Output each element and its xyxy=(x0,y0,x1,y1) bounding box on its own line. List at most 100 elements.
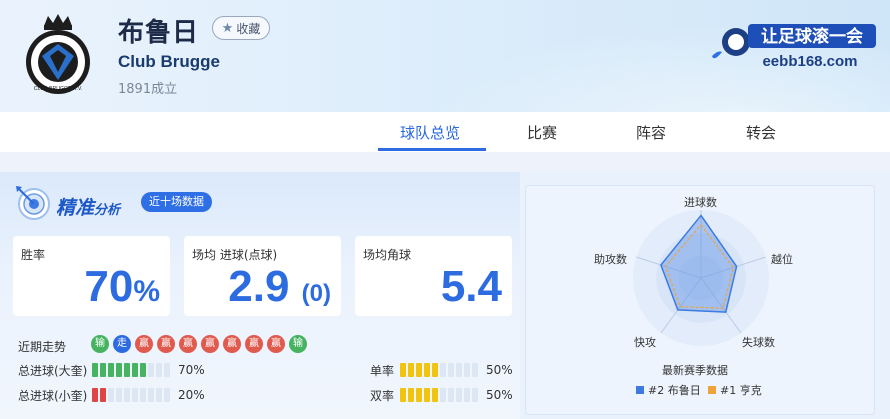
form-result-win: 赢 xyxy=(223,335,241,353)
bar-row-over: 总进球(大奎) 70% xyxy=(18,362,205,378)
brand-text-bottom: eebb168.com xyxy=(762,53,857,70)
star-icon: ★ xyxy=(221,20,234,36)
bar-segment-empty xyxy=(164,363,170,377)
bar-segment-filled xyxy=(132,363,138,377)
bar-segment-empty xyxy=(124,388,130,402)
stat-card-win-rate: 胜率 70% xyxy=(13,236,170,316)
bar-segment-filled xyxy=(408,388,414,402)
bar-meter xyxy=(92,363,170,377)
stat-number: 5.4 xyxy=(440,262,502,311)
stat-penalty: (0) xyxy=(301,280,331,307)
bar-segment-empty xyxy=(464,388,470,402)
form-result-win: 赢 xyxy=(179,335,197,353)
stat-number: 70 xyxy=(84,262,134,311)
bar-segment-empty xyxy=(116,388,122,402)
stat-value: 5.4 xyxy=(441,262,502,312)
bar-segment-filled xyxy=(92,363,98,377)
bar-label: 总进球(大奎) xyxy=(18,363,88,378)
brand-text-top: 让足球滚一会 xyxy=(761,26,863,47)
bar-value: 20% xyxy=(178,388,205,402)
radar-axis-label: 失球数 xyxy=(742,336,775,349)
bar-segment-filled xyxy=(92,388,98,402)
active-tab-indicator xyxy=(378,148,486,151)
tab-matches[interactable]: 比赛 xyxy=(527,122,557,143)
bar-segment-filled xyxy=(432,388,438,402)
radar-axis-label: 助攻数 xyxy=(594,253,627,266)
bar-row-odd: 单率 50% xyxy=(370,362,513,378)
bar-segment-empty xyxy=(164,388,170,402)
favorite-button[interactable]: ★ 收藏 xyxy=(212,16,270,40)
bar-label: 单率 xyxy=(370,363,395,378)
form-result-draw: 走 xyxy=(113,335,131,353)
club-logo: CLUB BRUGGE K.V. xyxy=(26,14,90,94)
bar-segment-filled xyxy=(400,363,406,377)
bar-label: 总进球(小奎) xyxy=(18,388,88,403)
recent-form-list: 输走赢赢赢赢赢赢赢输 xyxy=(91,335,307,353)
bar-segment-filled xyxy=(416,363,422,377)
tab-transfers[interactable]: 转会 xyxy=(746,122,776,143)
bar-segment-filled xyxy=(432,363,438,377)
form-result-win: 赢 xyxy=(135,335,153,353)
target-icon xyxy=(16,186,50,220)
bar-segment-empty xyxy=(140,388,146,402)
radar-axis-label: 进球数 xyxy=(684,196,717,209)
bar-meter xyxy=(400,363,478,377)
bar-row-even: 双率 50% xyxy=(370,387,513,403)
bar-value: 50% xyxy=(486,388,513,402)
tab-squad[interactable]: 阵容 xyxy=(636,122,666,143)
bar-segment-filled xyxy=(408,363,414,377)
radar-card: 进球数 越位 失球数 快攻 助攻数 最新赛季数据 #2 布鲁日 #1 亨克 xyxy=(525,185,875,415)
section-title: 精准分析 xyxy=(56,193,120,220)
bar-segment-filled xyxy=(424,363,430,377)
form-result-loss: 输 xyxy=(91,335,109,353)
bar-segment-filled xyxy=(124,363,130,377)
bar-segment-empty xyxy=(456,363,462,377)
team-name-english: Club Brugge xyxy=(118,52,220,71)
stat-label: 胜率 xyxy=(21,248,46,262)
bar-segment-filled xyxy=(400,388,406,402)
legend-label: #1 亨克 xyxy=(720,384,762,397)
stat-label: 场均 进球(点球) xyxy=(192,248,278,262)
legend-item[interactable]: #2 布鲁日 xyxy=(636,382,701,398)
bar-value: 70% xyxy=(178,363,205,377)
stat-card-avg-goals: 场均 进球(点球) 2.9 (0) xyxy=(184,236,341,316)
radar-axis-label: 越位 xyxy=(771,253,793,266)
bar-segment-filled xyxy=(100,388,106,402)
bar-segment-filled xyxy=(424,388,430,402)
bar-segment-empty xyxy=(148,388,154,402)
stat-card-avg-corners: 场均角球 5.4 xyxy=(355,236,512,316)
radar-chart xyxy=(633,210,769,346)
stat-value: 70% xyxy=(84,262,160,312)
stat-label: 场均角球 xyxy=(363,248,412,262)
tab-overview[interactable]: 球队总览 xyxy=(400,122,460,143)
stat-number: 2.9 xyxy=(228,262,290,311)
bar-segment-empty xyxy=(472,363,478,377)
bar-segment-empty xyxy=(464,363,470,377)
bar-segment-filled xyxy=(416,388,422,402)
favorite-label: 收藏 xyxy=(236,21,261,36)
radar-caption: 最新赛季数据 xyxy=(662,364,728,377)
bar-segment-empty xyxy=(440,363,446,377)
bar-segment-empty xyxy=(132,388,138,402)
bar-segment-filled xyxy=(108,363,114,377)
legend-item[interactable]: #1 亨克 xyxy=(708,382,762,398)
form-result-win: 赢 xyxy=(157,335,175,353)
form-result-loss: 输 xyxy=(289,335,307,353)
brand-logo[interactable]: 让足球滚一会 eebb168.com xyxy=(710,12,880,74)
stat-unit: % xyxy=(133,275,160,308)
bar-segment-empty xyxy=(148,363,154,377)
bar-segment-empty xyxy=(156,388,162,402)
bar-segment-empty xyxy=(156,363,162,377)
bar-segment-filled xyxy=(140,363,146,377)
recent-form-label: 近期走势 xyxy=(18,340,67,354)
last-ten-badge: 近十场数据 xyxy=(141,192,212,212)
bar-segment-empty xyxy=(472,388,478,402)
founded-year: 1891成立 xyxy=(118,82,178,97)
bar-meter xyxy=(400,388,478,402)
bar-label: 双率 xyxy=(370,388,395,403)
tab-bar: 球队总览 比赛 阵容 转会 xyxy=(0,112,890,152)
bar-segment-empty xyxy=(448,388,454,402)
radar-axis-label: 快攻 xyxy=(634,336,656,349)
form-result-win: 赢 xyxy=(201,335,219,353)
bar-segment-empty xyxy=(108,388,114,402)
